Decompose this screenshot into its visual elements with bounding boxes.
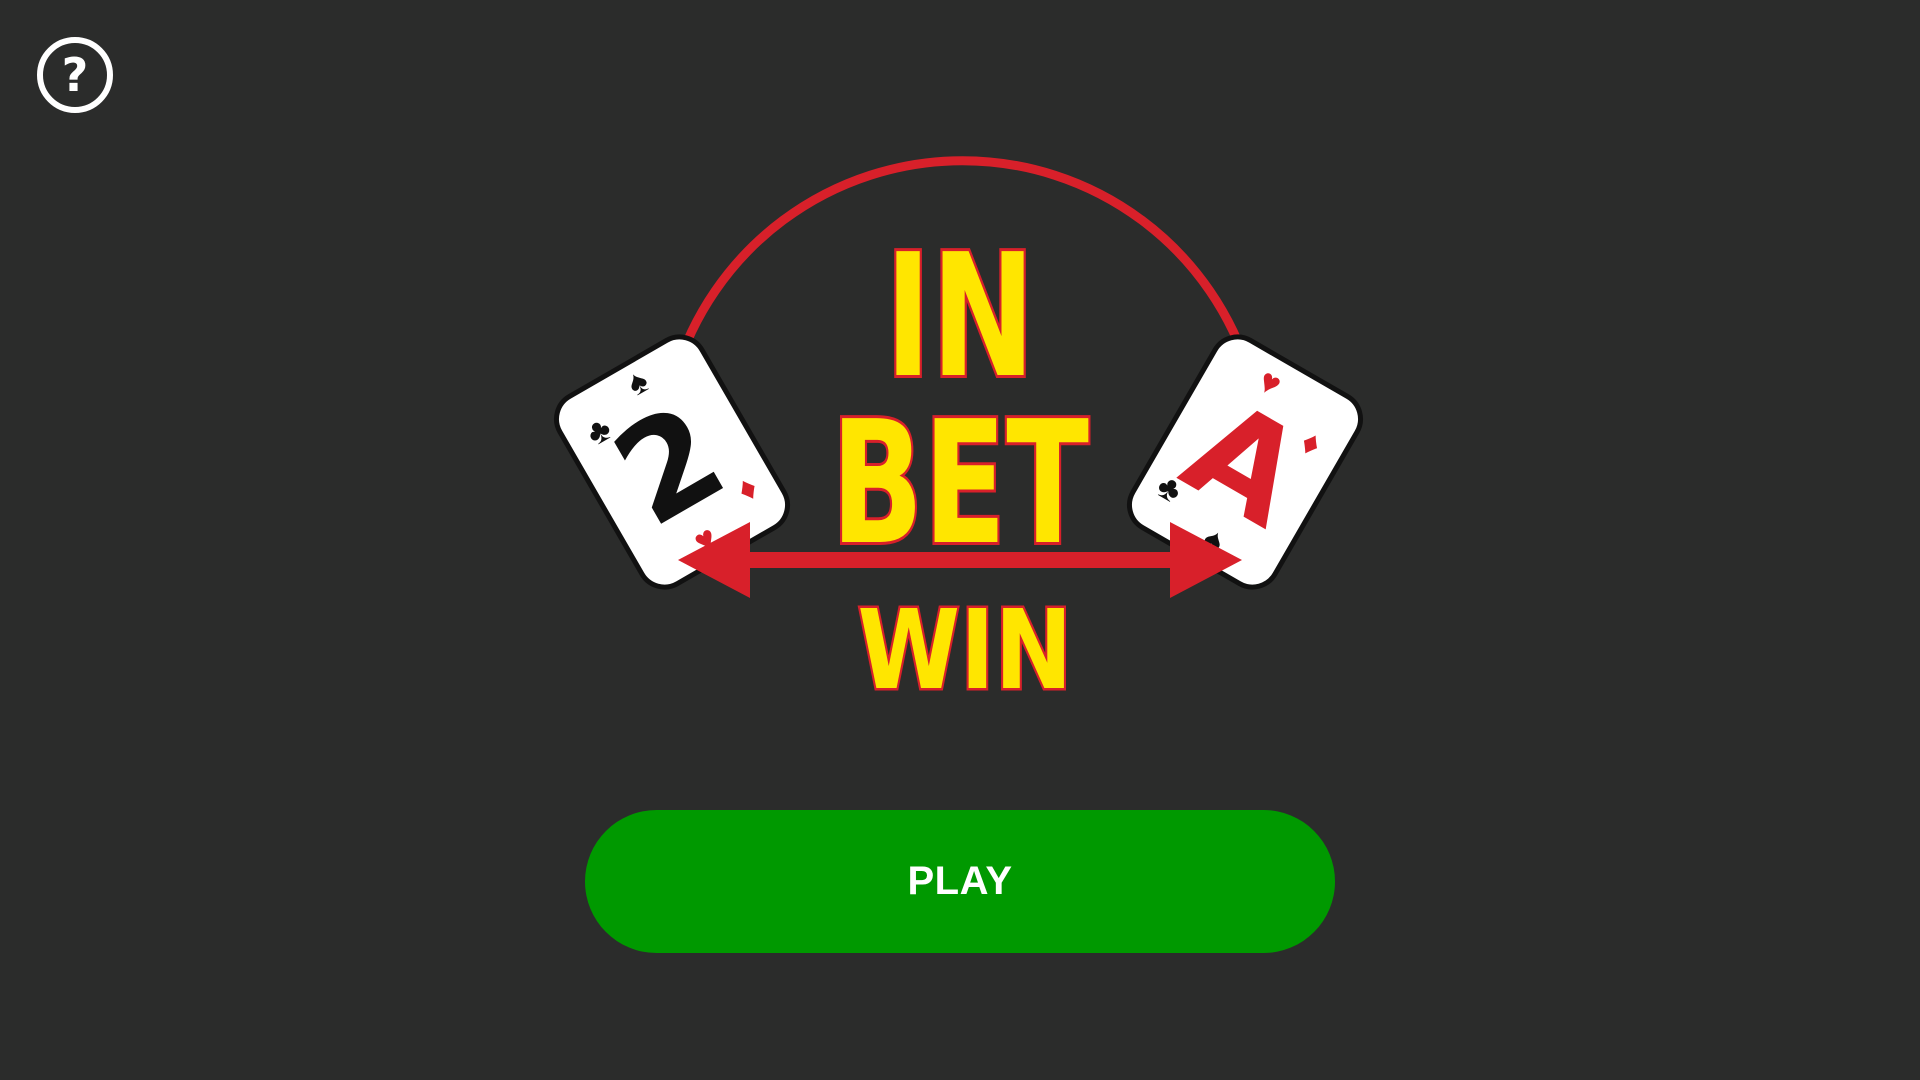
- start-screen: ? 2 ♣ ♠ ♥ ♦ A ♥ ♦ ♣ ♠ IN BET WIN PLAY: [0, 0, 1920, 1080]
- help-button[interactable]: ?: [36, 36, 114, 114]
- logo-line-win: WIN: [858, 586, 1073, 714]
- play-button-label: PLAY: [907, 859, 1013, 903]
- logo-graphic: 2 ♣ ♠ ♥ ♦ A ♥ ♦ ♣ ♠ IN BET WIN: [554, 156, 1363, 717]
- question-circle-icon: ?: [37, 37, 113, 113]
- play-button[interactable]: PLAY: [585, 810, 1335, 953]
- game-logo: 2 ♣ ♠ ♥ ♦ A ♥ ♦ ♣ ♠ IN BET WIN: [554, 156, 1363, 720]
- help-glyph: ?: [62, 48, 89, 102]
- logo-line-bet: BET: [831, 385, 1089, 583]
